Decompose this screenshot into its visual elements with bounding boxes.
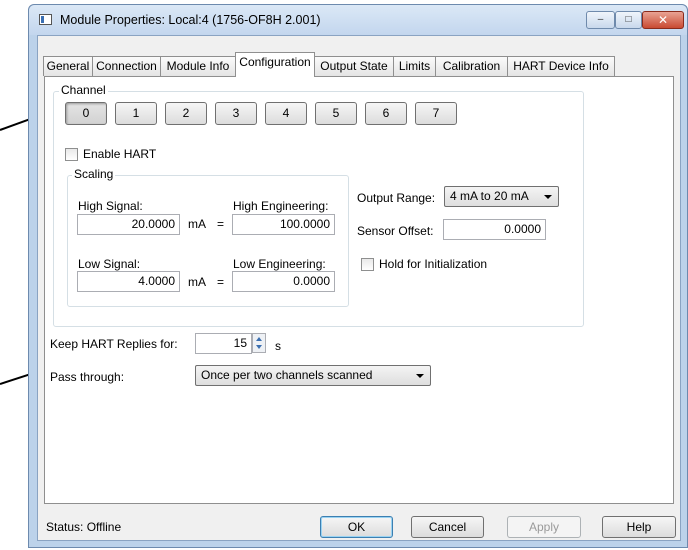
sensor-offset-label: Sensor Offset: bbox=[357, 224, 434, 238]
window-title: Module Properties: Local:4 (1756-OF8H 2.… bbox=[60, 13, 321, 27]
output-range-dropdown[interactable]: 4 mA to 20 mA bbox=[444, 186, 559, 207]
module-properties-window: Module Properties: Local:4 (1756-OF8H 2.… bbox=[28, 4, 688, 548]
channel-button-1[interactable]: 1 bbox=[115, 102, 157, 125]
dialog-client-area: General Connection Module Info Configura… bbox=[37, 35, 681, 541]
spin-up-icon bbox=[256, 337, 262, 341]
channel-button-5[interactable]: 5 bbox=[315, 102, 357, 125]
pass-through-dropdown[interactable]: Once per two channels scanned bbox=[195, 365, 431, 386]
pass-through-value: Once per two channels scanned bbox=[201, 368, 373, 382]
help-button[interactable]: Help bbox=[602, 516, 676, 538]
low-equals-sign: = bbox=[217, 275, 225, 289]
scaling-group-label: Scaling bbox=[72, 167, 116, 181]
tab-configuration[interactable]: Configuration bbox=[235, 52, 315, 77]
minimize-button[interactable]: – bbox=[586, 11, 615, 29]
keep-hart-replies-input[interactable]: 15 bbox=[195, 333, 252, 354]
enable-hart-label: Enable HART bbox=[83, 147, 157, 161]
channel-button-4[interactable]: 4 bbox=[265, 102, 307, 125]
channel-button-row: 0 1 2 3 4 5 6 7 bbox=[59, 91, 459, 131]
keep-hart-replies-label: Keep HART Replies for: bbox=[50, 337, 178, 351]
high-signal-label: High Signal: bbox=[78, 199, 143, 213]
window-app-icon bbox=[39, 14, 52, 25]
low-engineering-input[interactable]: 0.0000 bbox=[232, 271, 335, 292]
keep-hart-replies-unit: s bbox=[275, 339, 281, 353]
maximize-button[interactable]: □ bbox=[615, 11, 642, 29]
high-engineering-input[interactable]: 100.0000 bbox=[232, 214, 335, 235]
output-range-label: Output Range: bbox=[357, 191, 436, 205]
spin-down-icon bbox=[256, 345, 262, 349]
ok-button[interactable]: OK bbox=[320, 516, 393, 538]
channel-button-6[interactable]: 6 bbox=[365, 102, 407, 125]
cancel-button[interactable]: Cancel bbox=[411, 516, 484, 538]
output-range-value: 4 mA to 20 mA bbox=[450, 189, 529, 203]
low-signal-label: Low Signal: bbox=[78, 257, 141, 271]
high-engineering-label: High Engineering: bbox=[233, 199, 329, 213]
pass-through-label: Pass through: bbox=[50, 370, 125, 384]
high-signal-input[interactable]: 20.0000 bbox=[77, 214, 180, 235]
tab-module-info[interactable]: Module Info bbox=[160, 56, 236, 76]
configuration-tab-panel: Channel 0 1 2 3 4 5 6 7 Enable HART Scal… bbox=[44, 76, 674, 504]
tab-hart-device-info[interactable]: HART Device Info bbox=[507, 56, 615, 76]
status-text: Status: Offline bbox=[46, 520, 122, 534]
channel-button-2[interactable]: 2 bbox=[165, 102, 207, 125]
high-signal-unit: mA bbox=[188, 217, 206, 231]
tab-limits[interactable]: Limits bbox=[393, 56, 436, 76]
chevron-down-icon bbox=[544, 195, 552, 199]
low-engineering-label: Low Engineering: bbox=[233, 257, 326, 271]
channel-button-7[interactable]: 7 bbox=[415, 102, 457, 125]
channel-button-3[interactable]: 3 bbox=[215, 102, 257, 125]
chevron-down-icon bbox=[416, 374, 424, 378]
channel-button-0[interactable]: 0 bbox=[65, 102, 107, 125]
sensor-offset-input[interactable]: 0.0000 bbox=[443, 219, 546, 240]
low-signal-input[interactable]: 4.0000 bbox=[77, 271, 180, 292]
title-bar[interactable]: Module Properties: Local:4 (1756-OF8H 2.… bbox=[29, 5, 687, 35]
keep-hart-replies-spinner[interactable] bbox=[252, 333, 266, 353]
close-button[interactable]: ✕ bbox=[642, 11, 684, 29]
tab-general[interactable]: General bbox=[43, 56, 93, 76]
enable-hart-checkbox[interactable] bbox=[65, 148, 78, 161]
apply-button[interactable]: Apply bbox=[507, 516, 581, 538]
tab-output-state[interactable]: Output State bbox=[314, 56, 394, 76]
high-equals-sign: = bbox=[217, 217, 225, 231]
tab-connection[interactable]: Connection bbox=[92, 56, 161, 76]
hold-for-initialization-label: Hold for Initialization bbox=[379, 257, 488, 271]
low-signal-unit: mA bbox=[188, 275, 206, 289]
hold-for-initialization-checkbox[interactable] bbox=[361, 258, 374, 271]
tab-calibration[interactable]: Calibration bbox=[435, 56, 508, 76]
